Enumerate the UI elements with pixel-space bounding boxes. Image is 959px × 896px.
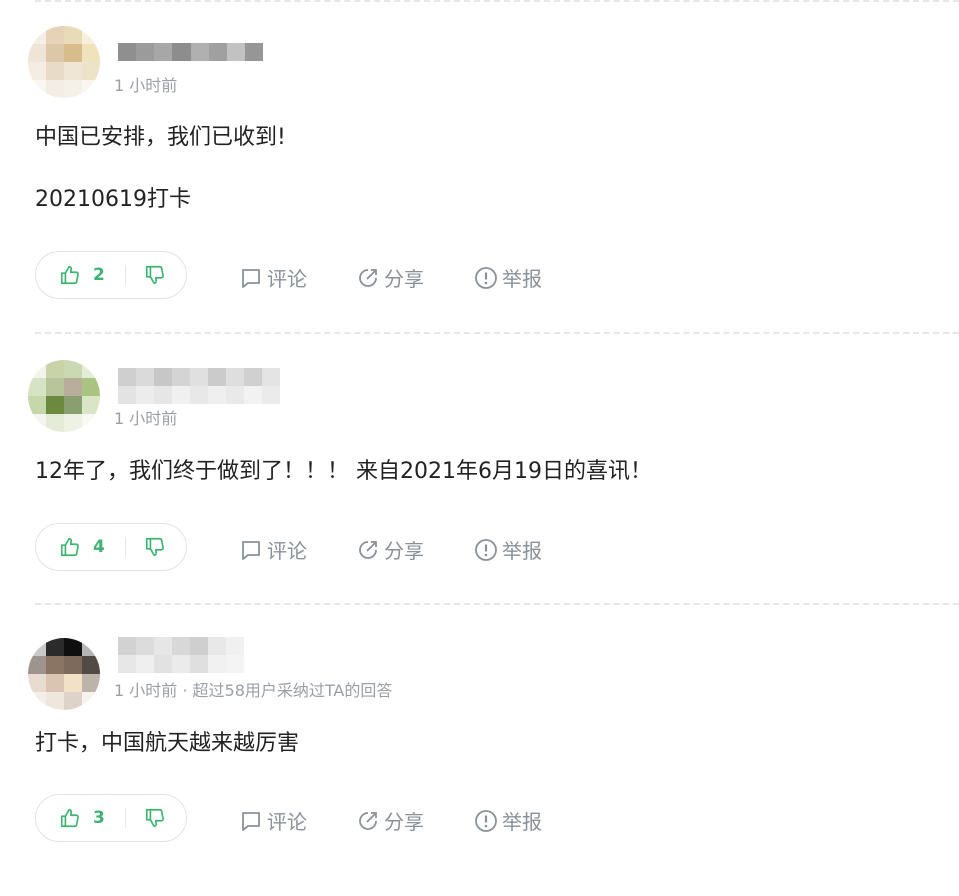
comment-label: 评论 [267, 267, 307, 291]
username-blurred [118, 386, 280, 404]
share-label: 分享 [384, 539, 424, 563]
vote-separator [125, 265, 126, 285]
comment-icon [242, 540, 260, 560]
divider [35, 603, 959, 605]
report-icon [475, 266, 497, 289]
share-label: 分享 [384, 810, 424, 834]
divider [35, 0, 959, 2]
share-button[interactable]: 分享 [356, 263, 424, 292]
answer-text: 中国已安排，我们已收到! [35, 125, 286, 150]
vote-box: 2 [35, 251, 187, 299]
downvote-button[interactable] [144, 536, 166, 558]
comment-button[interactable]: 评论 [239, 263, 307, 292]
avatar[interactable] [28, 638, 100, 710]
downvote-button[interactable] [144, 807, 166, 829]
report-label: 举报 [502, 539, 542, 563]
vote-separator [125, 537, 126, 557]
thumbs-down-icon [145, 265, 164, 285]
report-label: 举报 [502, 810, 542, 834]
report-button[interactable]: 举报 [474, 263, 542, 292]
answer-text: 20210619打卡 [35, 187, 191, 212]
share-button[interactable]: 分享 [356, 535, 424, 564]
thumbs-up-icon [60, 265, 79, 285]
share-icon [359, 268, 377, 287]
vote-box: 4 [35, 523, 187, 571]
report-label: 举报 [502, 267, 542, 291]
report-button[interactable]: 举报 [474, 806, 542, 835]
comment-label: 评论 [267, 539, 307, 563]
comment-icon [242, 268, 260, 288]
avatar[interactable] [28, 360, 100, 432]
share-icon [359, 811, 377, 830]
share-label: 分享 [384, 267, 424, 291]
username-blurred[interactable] [118, 637, 244, 655]
timestamp: 1 小时前 · 超过58用户采纳过TA的回答 [114, 681, 393, 700]
downvote-button[interactable] [144, 264, 166, 286]
report-icon [475, 809, 497, 832]
report-button[interactable]: 举报 [474, 535, 542, 564]
divider [35, 332, 959, 334]
vote-box: 3 [35, 794, 187, 842]
username-blurred[interactable] [118, 43, 263, 61]
comment-icon [242, 811, 260, 831]
report-icon [475, 538, 497, 561]
upvote-button[interactable]: 4 [59, 536, 107, 558]
share-button[interactable]: 分享 [356, 806, 424, 835]
thumbs-down-icon [145, 808, 164, 828]
upvote-button[interactable]: 2 [59, 264, 107, 286]
upvote-count: 3 [93, 808, 105, 828]
share-icon [359, 540, 377, 559]
upvote-count: 4 [93, 537, 105, 557]
username-blurred [118, 655, 244, 673]
comment-button[interactable]: 评论 [239, 806, 307, 835]
vote-separator [125, 808, 126, 828]
upvote-button[interactable]: 3 [59, 807, 107, 829]
answer-text: 12年了，我们终于做到了！！！ 来自2021年6月19日的喜讯！ [35, 459, 652, 484]
avatar[interactable] [28, 26, 100, 98]
timestamp: 1 小时前 [114, 409, 178, 428]
thumbs-down-icon [145, 537, 164, 557]
username-blurred[interactable] [118, 368, 280, 386]
thumbs-up-icon [60, 808, 79, 828]
upvote-count: 2 [93, 265, 105, 285]
timestamp: 1 小时前 [114, 76, 178, 95]
thumbs-up-icon [60, 537, 79, 557]
comment-button[interactable]: 评论 [239, 535, 307, 564]
comment-label: 评论 [267, 810, 307, 834]
answer-text: 打卡，中国航天越来越厉害 [35, 731, 300, 756]
